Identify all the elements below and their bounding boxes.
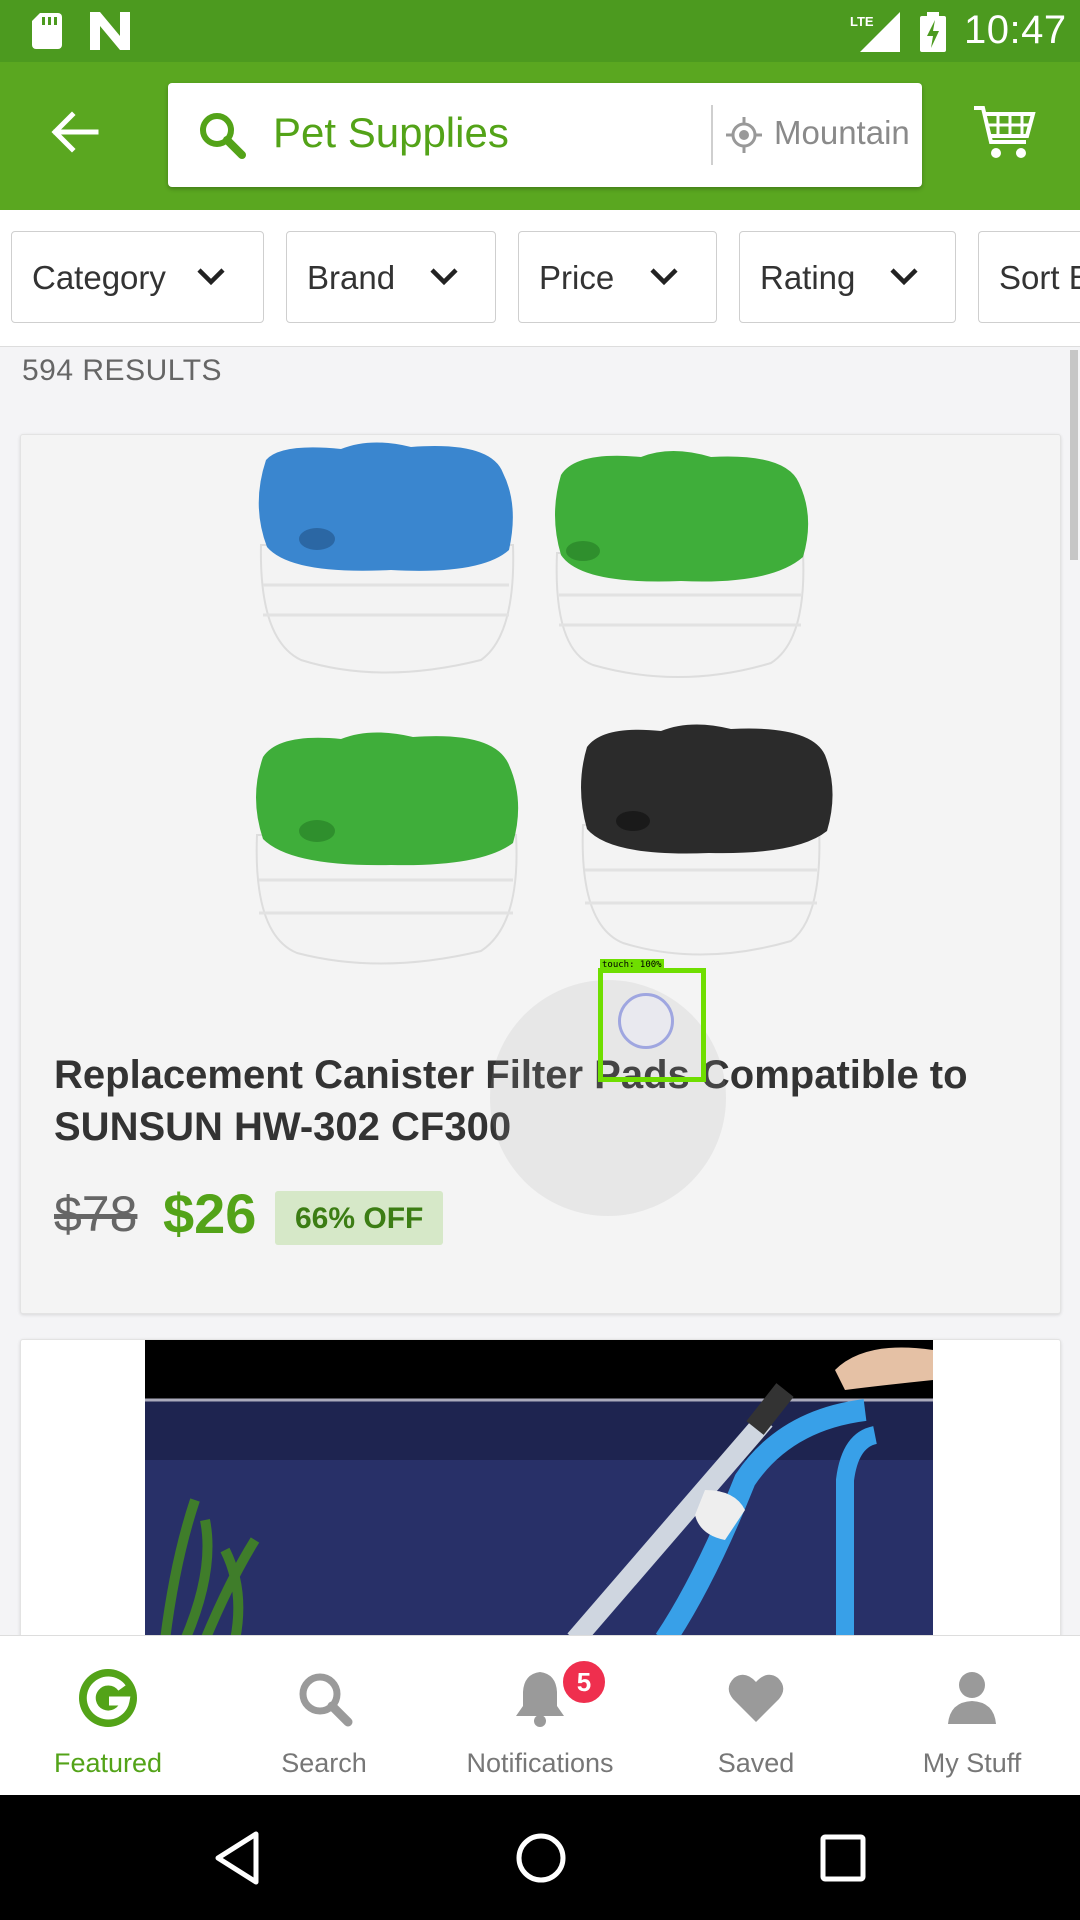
app-bar: Pet Supplies Mountain View [0,62,1080,210]
product-image[interactable] [231,435,871,1015]
filter-label: Sort By [999,259,1080,296]
lte-signal-icon: LTE [850,12,900,52]
heart-icon [728,1674,784,1722]
search-icon [200,113,246,159]
nav-label: My Stuff [922,1748,1022,1778]
filter-label: Category [32,259,166,296]
sd-card-icon [32,13,62,49]
product-image[interactable] [145,1340,933,1640]
filter-rating[interactable]: Rating [739,231,956,323]
discount-badge: 66% OFF [275,1191,444,1245]
search-icon [299,1673,353,1727]
nav-featured[interactable]: Featured [0,1636,216,1796]
home-circle-icon[interactable] [514,1830,568,1886]
n-notification-icon [90,12,130,50]
chevron-down-icon [430,268,458,286]
filter-price[interactable]: Price [518,231,717,323]
filter-bar: Category Brand Price Rating Sort By [0,210,1080,347]
nav-search[interactable]: Search [216,1636,432,1796]
filter-label: Rating [760,259,856,296]
search-divider [711,105,713,165]
location-field[interactable]: Mountain View [774,114,910,152]
svg-text:LTE: LTE [850,14,874,29]
sale-price: $26 [163,1182,257,1245]
filter-label: Brand [307,259,396,296]
chevron-down-icon [650,268,678,286]
nav-notifications[interactable]: 5 Notifications [432,1636,648,1796]
filter-category[interactable]: Category [11,231,264,323]
back-triangle-icon[interactable] [212,1830,262,1886]
filter-sort[interactable]: Sort By [978,231,1080,323]
back-arrow-icon[interactable] [44,102,104,162]
nav-label: Featured [53,1748,163,1778]
nav-label: Search [281,1748,367,1778]
notification-badge: 5 [560,1658,608,1706]
results-count: 594 RESULTS [22,354,223,387]
clock: 10:47 [964,8,1067,52]
bottom-nav: Featured Search 5 Notifications Saved My… [0,1635,1080,1796]
filter-brand[interactable]: Brand [286,231,496,323]
scrollbar-thumb[interactable] [1070,350,1078,560]
search-query[interactable]: Pet Supplies [273,109,509,157]
cart-icon[interactable] [972,104,1036,162]
location-target-icon [726,117,762,153]
old-price: $78 [54,1186,138,1242]
status-bar: LTE 10:47 [0,0,1080,62]
nav-label: Notifications [466,1748,614,1778]
featured-g-icon [79,1669,137,1727]
battery-charging-icon [920,12,946,52]
search-box[interactable]: Pet Supplies Mountain View [168,83,922,187]
recents-square-icon[interactable] [818,1830,868,1886]
touch-indicator-label: touch: 100% [600,959,664,971]
person-icon [948,1672,996,1724]
nav-my-stuff[interactable]: My Stuff [864,1636,1080,1796]
system-nav-bar [0,1795,1080,1920]
chevron-down-icon [197,268,225,286]
filter-label: Price [539,259,615,296]
chevron-down-icon [890,268,918,286]
nav-label: Saved [717,1748,795,1778]
touch-point [618,993,674,1049]
nav-saved[interactable]: Saved [648,1636,864,1796]
